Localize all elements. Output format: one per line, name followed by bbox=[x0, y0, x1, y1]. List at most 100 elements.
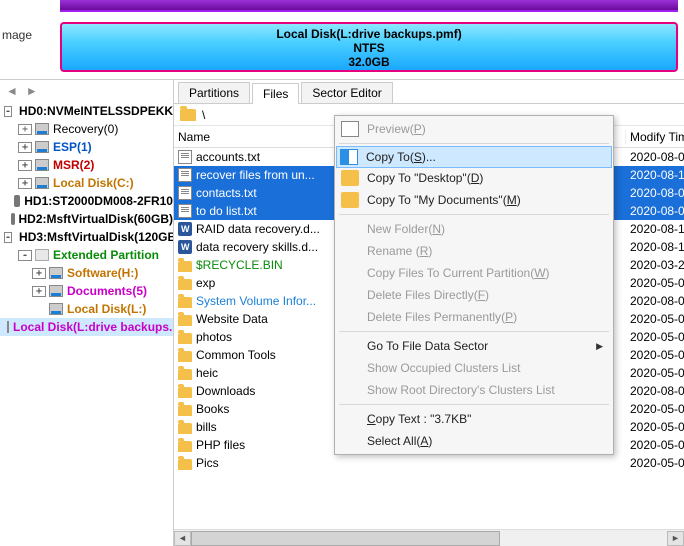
file-modified: 2020-05-08 bbox=[626, 330, 684, 344]
file-name: heic bbox=[196, 366, 218, 380]
drive-icon bbox=[7, 321, 9, 333]
tree-item-label: Local Disk(C:) bbox=[53, 176, 134, 190]
folder-icon bbox=[178, 405, 192, 416]
file-modified: 2020-08-07 bbox=[626, 294, 684, 308]
horizontal-scrollbar[interactable]: ◄ ► bbox=[174, 529, 684, 546]
hdd-icon bbox=[11, 213, 15, 225]
forward-icon[interactable]: ► bbox=[26, 84, 38, 98]
folder-icon bbox=[178, 351, 192, 362]
file-name: Books bbox=[196, 402, 229, 416]
menu-root-clusters: Show Root Directory's Clusters List bbox=[337, 379, 611, 401]
expand-icon[interactable]: + bbox=[18, 178, 32, 189]
file-modified: 2020-08-07 bbox=[626, 384, 684, 398]
tree-item[interactable]: + Documents(5) bbox=[0, 282, 173, 300]
menu-copy-desktop[interactable]: Copy To "Desktop"(D) bbox=[337, 167, 611, 189]
tree-item[interactable]: + ESP(1) bbox=[0, 138, 173, 156]
file-modified: 2020-05-08 bbox=[626, 276, 684, 290]
top-header: mage Local Disk(L:drive backups.pmf) NTF… bbox=[0, 0, 684, 80]
tree-item[interactable]: Local Disk(L:) bbox=[0, 300, 173, 318]
col-name[interactable]: Name bbox=[174, 130, 360, 144]
tree-item[interactable]: -HD0:NVMeINTELSSDPEKKW bbox=[0, 102, 173, 120]
disk-banner-size: 32.0GB bbox=[62, 55, 676, 69]
tree-item-label: ESP(1) bbox=[53, 140, 92, 154]
scroll-right-button[interactable]: ► bbox=[667, 531, 684, 546]
folder-icon bbox=[178, 423, 192, 434]
file-name: Common Tools bbox=[196, 348, 276, 362]
tab-sector-editor[interactable]: Sector Editor bbox=[301, 82, 392, 103]
expand-icon[interactable]: + bbox=[32, 286, 46, 297]
drive-icon bbox=[35, 123, 49, 135]
tab-partitions[interactable]: Partitions bbox=[178, 82, 250, 103]
menu-delete-permanently: Delete Files Permanently(P) bbox=[337, 306, 611, 328]
menu-goto-sector[interactable]: Go To File Data Sector▶ bbox=[337, 335, 611, 357]
tree-item[interactable]: HD1:ST2000DM008-2FR10 bbox=[0, 192, 173, 210]
file-name: Downloads bbox=[196, 384, 255, 398]
file-name: to do list.txt bbox=[196, 204, 257, 218]
file-name: exp bbox=[196, 276, 215, 290]
tab-files[interactable]: Files bbox=[252, 83, 299, 104]
file-name: $RECYCLE.BIN bbox=[196, 258, 283, 272]
file-modified: 2020-03-24 bbox=[626, 258, 684, 272]
menu-separator bbox=[339, 404, 609, 405]
folder-icon bbox=[341, 170, 359, 186]
folder-icon bbox=[341, 192, 359, 208]
file-modified: 2020-08-17 bbox=[626, 240, 684, 254]
file-name: System Volume Infor... bbox=[196, 294, 316, 308]
expand-icon[interactable]: + bbox=[32, 268, 46, 279]
collapse-icon[interactable]: - bbox=[4, 232, 12, 243]
submenu-arrow-icon: ▶ bbox=[596, 341, 603, 352]
tree-spacer bbox=[32, 304, 46, 315]
file-modified: 2020-05-08 bbox=[626, 420, 684, 434]
tree-item-label: Local Disk(L:drive backups.pmf) bbox=[13, 320, 173, 334]
disk-tree-sidebar[interactable]: ◄ ► -HD0:NVMeINTELSSDPEKKW+Recovery(0)+E… bbox=[0, 80, 174, 546]
menu-select-all[interactable]: Select All(A) bbox=[337, 430, 611, 452]
file-row[interactable]: Pics2020-05-08 bbox=[174, 454, 684, 472]
tree-item[interactable]: HD2:MsftVirtualDisk(60GB) bbox=[0, 210, 173, 228]
menu-occupied-clusters: Show Occupied Clusters List bbox=[337, 357, 611, 379]
menu-separator bbox=[339, 143, 609, 144]
collapse-icon[interactable]: - bbox=[4, 106, 12, 117]
expand-icon[interactable]: + bbox=[18, 160, 32, 171]
partition-strip[interactable] bbox=[60, 0, 678, 12]
tree-item-label: HD1:ST2000DM008-2FR10 bbox=[24, 194, 173, 208]
tree-item[interactable]: Local Disk(L:drive backups.pmf) bbox=[0, 318, 173, 336]
text-file-icon bbox=[178, 150, 192, 164]
expand-icon[interactable]: + bbox=[18, 142, 32, 153]
word-doc-icon bbox=[178, 222, 192, 236]
col-modify[interactable]: Modify Tim bbox=[626, 130, 684, 144]
collapse-icon[interactable]: - bbox=[18, 250, 32, 261]
drive-icon bbox=[35, 159, 49, 171]
scroll-thumb[interactable] bbox=[191, 531, 500, 546]
disk-banner-title: Local Disk(L:drive backups.pmf) bbox=[62, 27, 676, 41]
tree-item[interactable]: -HD3:MsftVirtualDisk(120GB) bbox=[0, 228, 173, 246]
file-modified: 2020-08-07 bbox=[626, 186, 684, 200]
menu-copy-mydocs[interactable]: Copy To "My Documents"(M) bbox=[337, 189, 611, 211]
back-icon[interactable]: ◄ bbox=[6, 84, 18, 98]
file-name: PHP files bbox=[196, 438, 245, 452]
folder-icon bbox=[178, 279, 192, 290]
disk-banner[interactable]: Local Disk(L:drive backups.pmf) NTFS 32.… bbox=[60, 22, 678, 72]
tree-item-label: Documents(5) bbox=[67, 284, 147, 298]
folder-icon bbox=[178, 459, 192, 470]
tree-item[interactable]: -Extended Partition bbox=[0, 246, 173, 264]
menu-copy-text[interactable]: Copy Text : "3.7KB" bbox=[337, 408, 611, 430]
tree-item[interactable]: + Local Disk(C:) bbox=[0, 174, 173, 192]
folder-icon bbox=[178, 297, 192, 308]
file-name: data recovery skills.d... bbox=[196, 240, 318, 254]
tree-item-label: MSR(2) bbox=[53, 158, 94, 172]
menu-new-folder: New Folder(N) bbox=[337, 218, 611, 240]
folder-icon bbox=[178, 387, 192, 398]
folder-icon bbox=[178, 369, 192, 380]
file-modified: 2020-05-08 bbox=[626, 366, 684, 380]
tree-spacer bbox=[4, 196, 11, 207]
expand-icon[interactable]: + bbox=[18, 124, 32, 135]
file-modified: 2020-08-07 bbox=[626, 204, 684, 218]
tree-item[interactable]: +Recovery(0) bbox=[0, 120, 173, 138]
file-name: Website Data bbox=[196, 312, 268, 326]
menu-copy-to[interactable]: Copy To(S)... bbox=[336, 146, 612, 168]
tree-item[interactable]: + MSR(2) bbox=[0, 156, 173, 174]
file-modified: 2020-08-17 bbox=[626, 168, 684, 182]
tree-nav-icons[interactable]: ◄ ► bbox=[0, 84, 173, 98]
tree-item[interactable]: +Software(H:) bbox=[0, 264, 173, 282]
scroll-left-button[interactable]: ◄ bbox=[174, 531, 191, 546]
